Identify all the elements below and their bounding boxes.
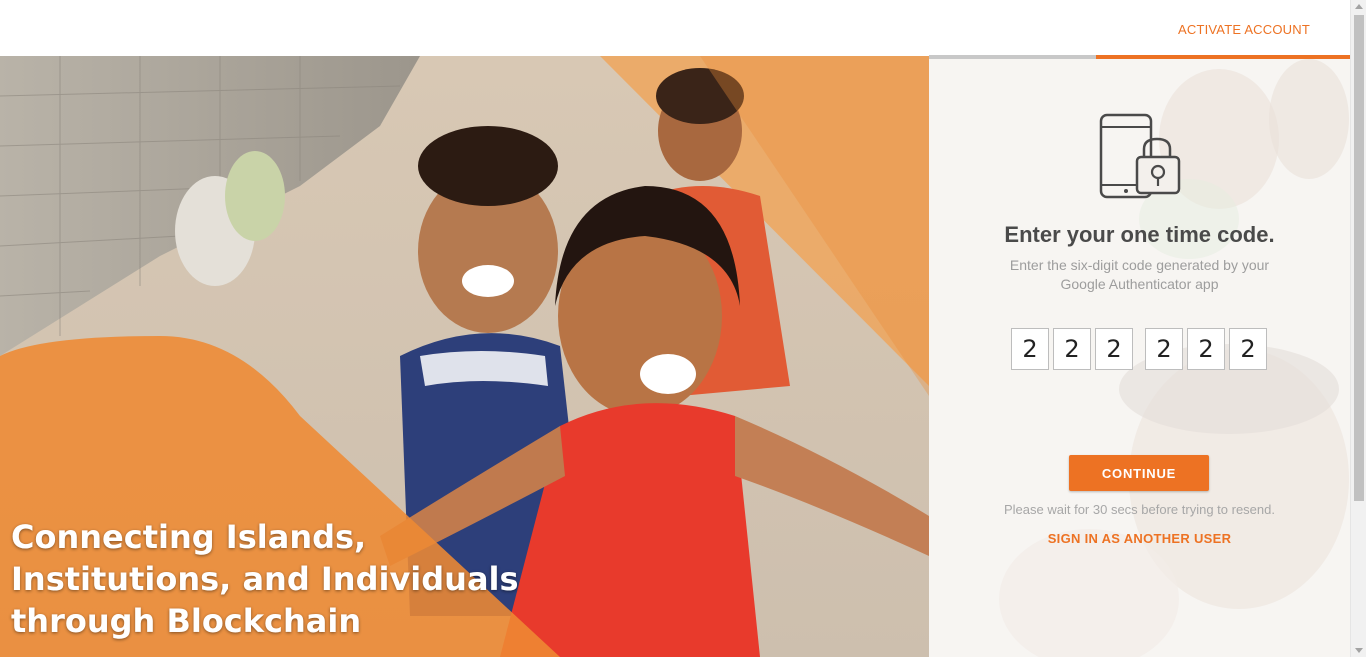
otp-digit-3[interactable]: [1095, 328, 1133, 370]
otp-form: Enter your one time code. Enter the six-…: [929, 59, 1350, 657]
hero-caption-line: through Blockchain: [11, 602, 362, 640]
tablet-lock-icon: [1099, 113, 1181, 199]
scroll-up-arrow-icon[interactable]: [1355, 4, 1363, 9]
top-bar: ACTIVATE ACCOUNT: [0, 0, 1350, 56]
otp-digit-6[interactable]: [1229, 328, 1267, 370]
continue-button[interactable]: CONTINUE: [1069, 455, 1209, 491]
otp-panel: Enter your one time code. Enter the six-…: [929, 59, 1350, 657]
resend-wait-message: Please wait for 30 secs before trying to…: [1004, 502, 1275, 517]
otp-title: Enter your one time code.: [1004, 222, 1275, 247]
otp-digit-4[interactable]: [1145, 328, 1183, 370]
otp-digit-2[interactable]: [1053, 328, 1091, 370]
scroll-down-arrow-icon[interactable]: [1355, 648, 1363, 653]
otp-digit-5[interactable]: [1187, 328, 1225, 370]
scrollbar-thumb[interactable]: [1354, 15, 1364, 501]
activate-account-link[interactable]: ACTIVATE ACCOUNT: [1178, 22, 1310, 37]
otp-subtitle-line: Google Authenticator app: [1060, 276, 1219, 292]
hero-caption-line: Institutions, and Individuals: [11, 560, 519, 598]
hero-caption-line: Connecting Islands,: [11, 518, 367, 556]
otp-subtitle: Enter the six-digit code generated by yo…: [979, 256, 1300, 294]
sign-in-another-user-link[interactable]: SIGN IN AS ANOTHER USER: [929, 531, 1350, 546]
scrollbar[interactable]: [1350, 0, 1366, 657]
otp-digit-1[interactable]: [1011, 328, 1049, 370]
hero-caption: Connecting Islands, Institutions, and In…: [11, 516, 531, 642]
otp-subtitle-line: Enter the six-digit code generated by yo…: [1009, 257, 1270, 273]
hero-image: Connecting Islands, Institutions, and In…: [0, 56, 929, 657]
